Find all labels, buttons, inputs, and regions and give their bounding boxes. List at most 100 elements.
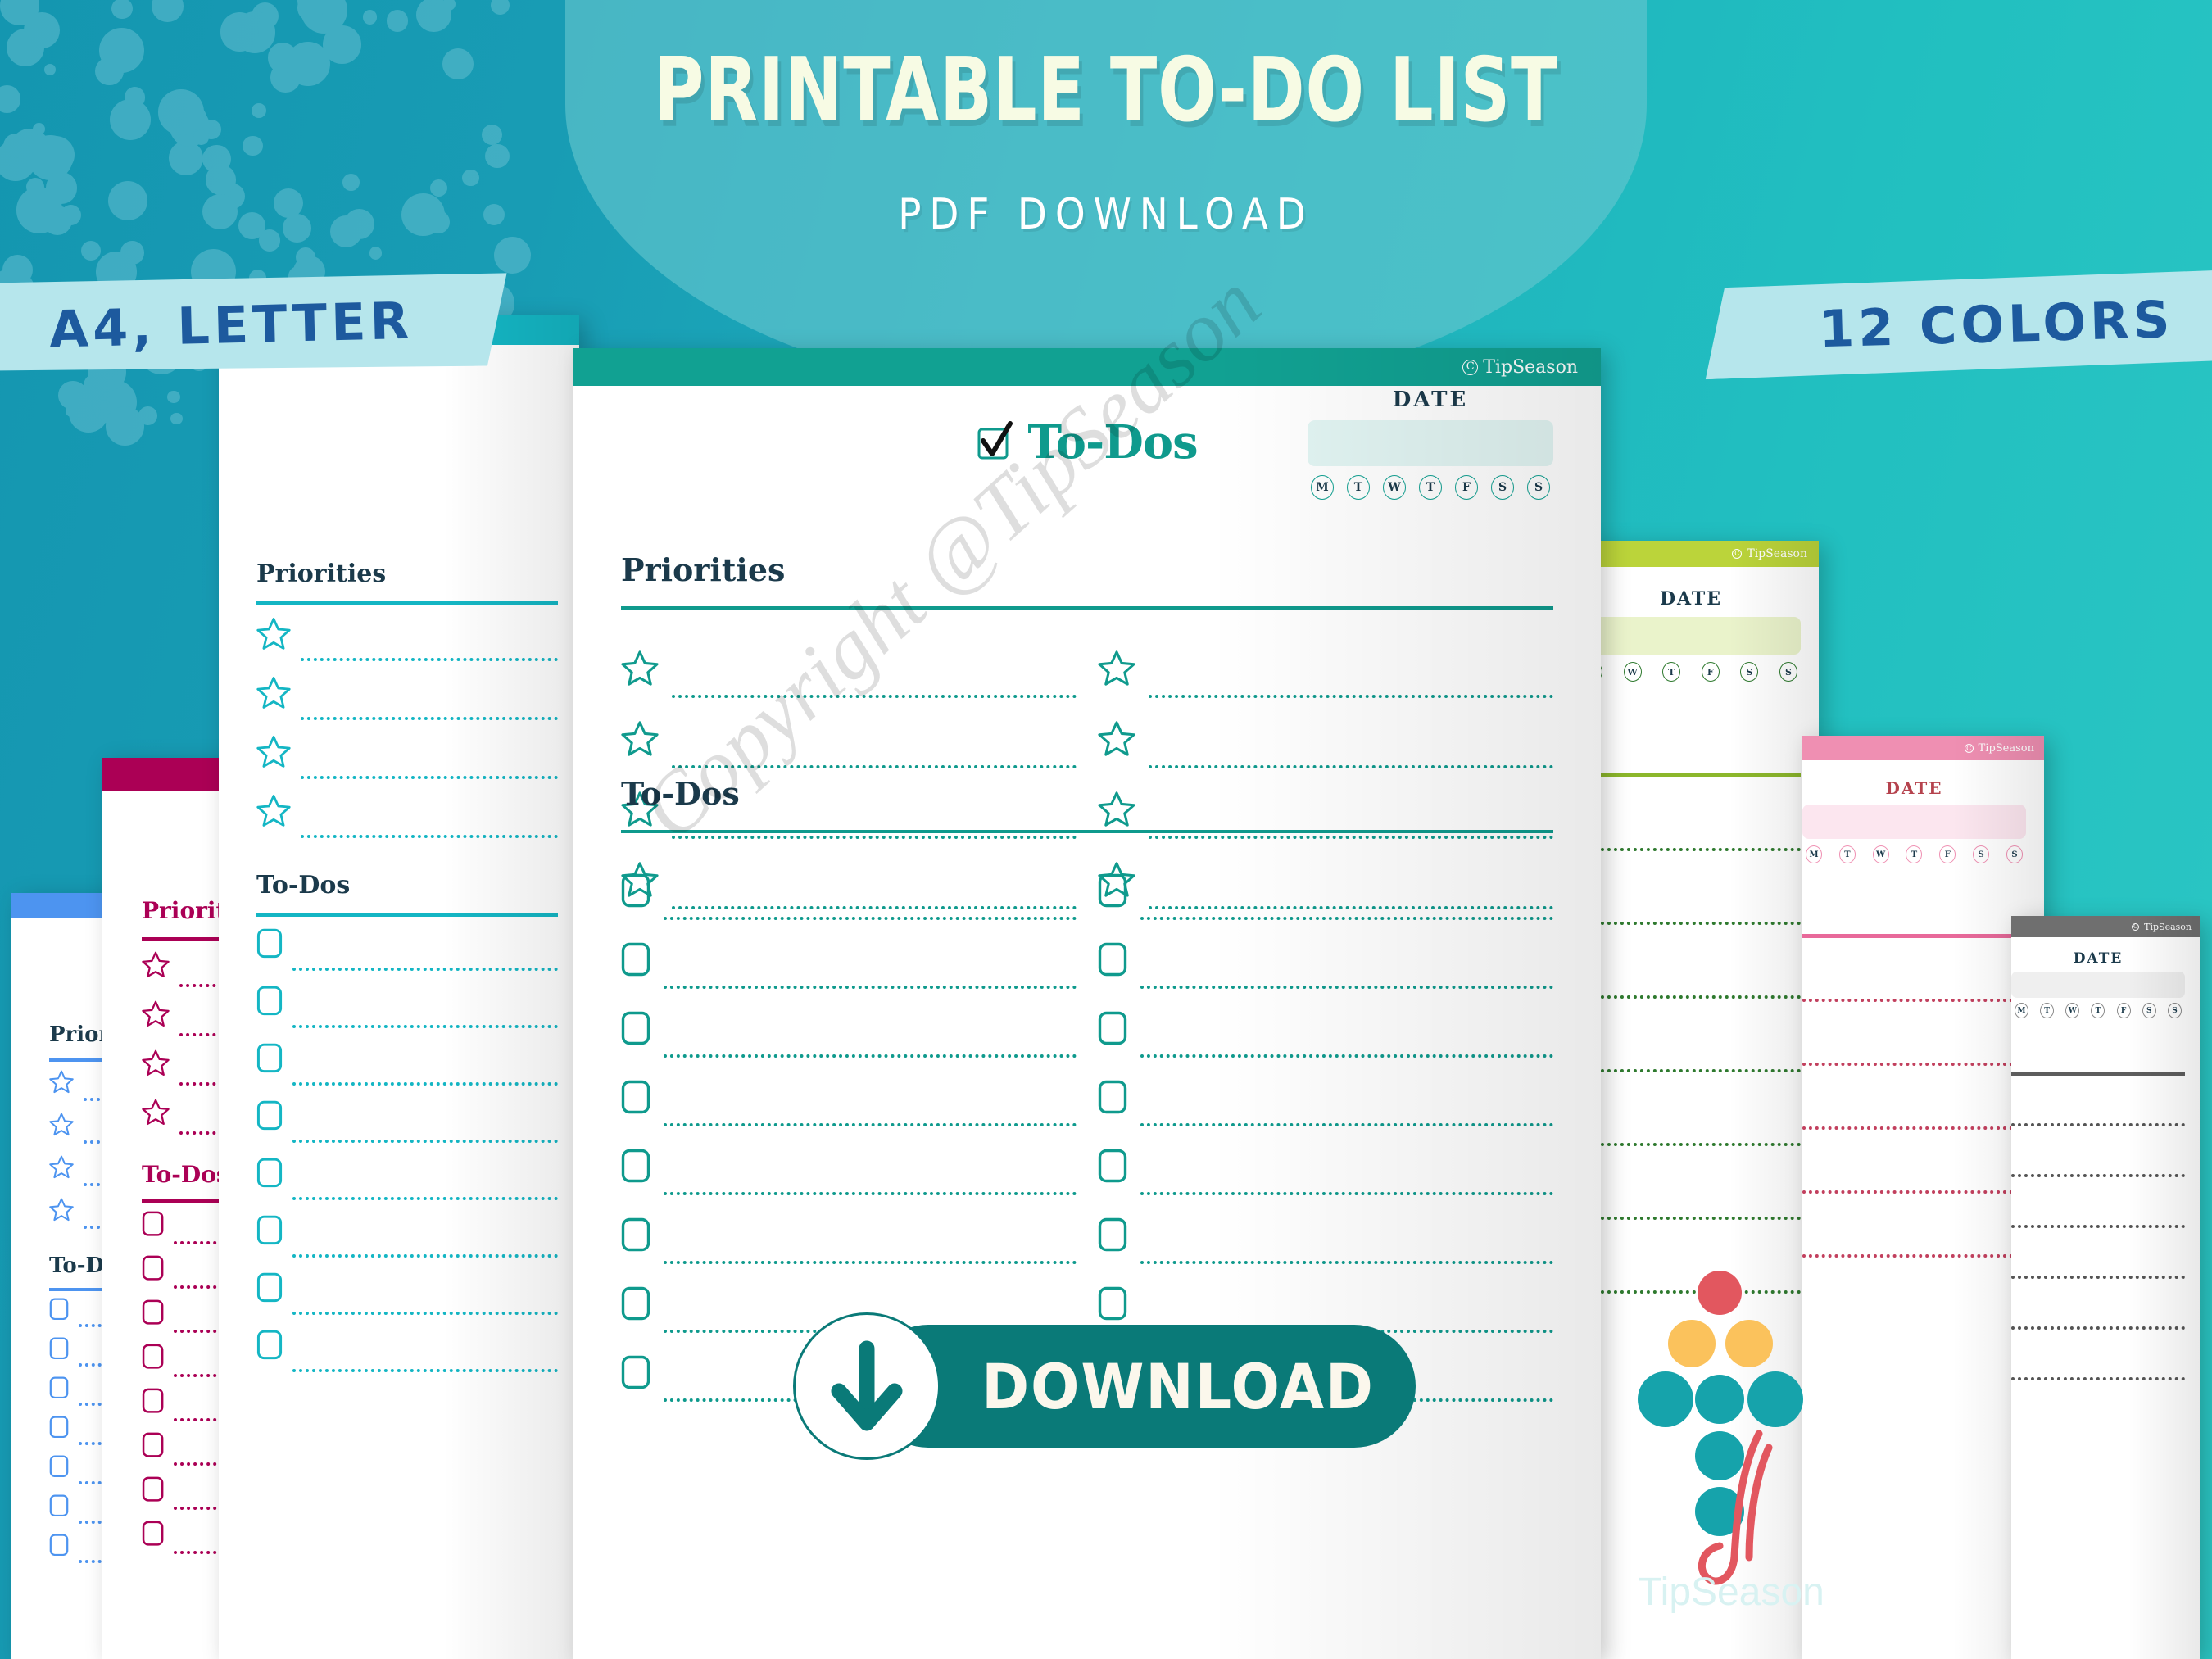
checkbox-icon[interactable] — [49, 1298, 69, 1325]
checkbox-icon[interactable] — [1098, 1148, 1127, 1184]
todo-row[interactable] — [256, 917, 558, 974]
checkbox-icon[interactable] — [142, 1255, 164, 1285]
date-input-box[interactable] — [1802, 805, 2026, 839]
todo-row[interactable] — [621, 1200, 1077, 1269]
weekday-circle[interactable]: S — [2167, 1003, 2182, 1018]
checkbox-icon[interactable] — [621, 1010, 650, 1046]
write-in-line[interactable] — [301, 776, 558, 779]
write-in-line[interactable] — [1802, 1126, 2026, 1130]
write-in-line[interactable] — [292, 1025, 558, 1028]
write-in-line[interactable] — [1140, 917, 1553, 920]
weekday-circle[interactable]: W — [1623, 662, 1642, 682]
checkbox-icon[interactable] — [256, 1043, 283, 1077]
todo-row[interactable] — [1098, 1131, 1553, 1200]
priority-row[interactable] — [256, 723, 558, 782]
write-in-line[interactable] — [292, 1254, 558, 1258]
write-in-line[interactable] — [1581, 922, 1801, 925]
todo-row[interactable] — [256, 1031, 558, 1089]
weekday-circle[interactable]: T — [2091, 1003, 2105, 1018]
checkbox-icon[interactable] — [142, 1388, 164, 1417]
weekday-circle[interactable]: T — [1347, 475, 1370, 500]
write-in-line[interactable] — [1140, 1054, 1553, 1058]
checkbox-icon[interactable] — [142, 1432, 164, 1462]
checkbox-icon[interactable] — [621, 1354, 650, 1390]
main-preview-sheet[interactable]: C TipSeason To-Dos DATE MTWTFSS Prioriti… — [573, 348, 1601, 1659]
date-input-box[interactable] — [2011, 972, 2185, 998]
todo-row[interactable] — [256, 1146, 558, 1203]
weekday-circle[interactable]: W — [1872, 845, 1889, 863]
write-in-line[interactable] — [2011, 1174, 2185, 1177]
checkbox-icon[interactable] — [256, 1158, 283, 1192]
write-in-line[interactable] — [1149, 765, 1553, 768]
weekday-circle[interactable]: S — [1491, 475, 1514, 500]
priority-row[interactable] — [256, 664, 558, 723]
write-in-line[interactable] — [664, 917, 1077, 920]
write-in-line[interactable] — [1140, 1123, 1553, 1126]
checkbox-icon[interactable] — [49, 1416, 69, 1443]
checkbox-icon[interactable] — [49, 1337, 69, 1364]
write-in-line[interactable] — [1581, 1143, 1801, 1146]
write-in-line[interactable] — [664, 1261, 1077, 1264]
weekday-circle[interactable]: F — [1701, 662, 1720, 682]
write-in-line[interactable] — [1581, 848, 1801, 851]
weekday-circle[interactable]: M — [2015, 1003, 2028, 1018]
write-in-line[interactable] — [1140, 1192, 1553, 1195]
todo-row[interactable] — [1098, 856, 1553, 925]
weekday-circle[interactable]: S — [2006, 845, 2023, 863]
write-in-line[interactable] — [2011, 1276, 2185, 1279]
checkbox-icon[interactable] — [1098, 1285, 1127, 1321]
write-in-line[interactable] — [664, 1054, 1077, 1058]
weekday-circle[interactable]: F — [1455, 475, 1478, 500]
checkbox-icon[interactable] — [256, 1330, 283, 1364]
write-in-line[interactable] — [292, 1369, 558, 1372]
todo-row[interactable] — [621, 994, 1077, 1063]
checkbox-icon[interactable] — [49, 1376, 69, 1403]
weekday-circle[interactable]: W — [2065, 1003, 2080, 1018]
date-input-box[interactable] — [1308, 420, 1553, 466]
write-in-line[interactable] — [1581, 995, 1801, 999]
weekday-circle[interactable]: M — [1311, 475, 1334, 500]
weekday-circle[interactable]: T — [1419, 475, 1442, 500]
priority-row[interactable] — [256, 782, 558, 841]
checkbox-icon[interactable] — [256, 986, 283, 1020]
write-in-line[interactable] — [1802, 999, 2026, 1002]
todo-row[interactable] — [1098, 1063, 1553, 1131]
checkbox-icon[interactable] — [256, 928, 283, 963]
todo-row[interactable] — [1098, 1200, 1553, 1269]
write-in-line[interactable] — [1802, 1254, 2026, 1258]
weekday-circle[interactable]: T — [1838, 845, 1856, 863]
checkbox-icon[interactable] — [1098, 1010, 1127, 1046]
todo-row[interactable] — [1098, 925, 1553, 994]
checkbox-icon[interactable] — [142, 1476, 164, 1506]
todo-row[interactable] — [621, 1131, 1077, 1200]
todo-row[interactable] — [621, 856, 1077, 925]
todo-row[interactable] — [621, 1063, 1077, 1131]
todo-row[interactable] — [256, 1203, 558, 1261]
todo-row[interactable] — [256, 1318, 558, 1376]
write-in-line[interactable] — [664, 986, 1077, 989]
weekday-circle[interactable]: S — [1973, 845, 1990, 863]
checkbox-icon[interactable] — [256, 1215, 283, 1249]
weekday-circle[interactable]: M — [1806, 845, 1822, 863]
write-in-line[interactable] — [672, 765, 1077, 768]
write-in-line[interactable] — [301, 658, 558, 661]
write-in-line[interactable] — [1581, 1217, 1801, 1220]
write-in-line[interactable] — [292, 1312, 558, 1315]
weekday-circle[interactable]: S — [1779, 662, 1797, 682]
priority-row[interactable] — [621, 632, 1077, 703]
todo-row[interactable] — [621, 925, 1077, 994]
weekday-circle[interactable]: S — [1527, 475, 1550, 500]
weekday-selector[interactable]: MTWTFSS — [1308, 475, 1553, 500]
write-in-line[interactable] — [1140, 1261, 1553, 1264]
checkbox-icon[interactable] — [621, 1079, 650, 1115]
write-in-line[interactable] — [292, 968, 558, 971]
write-in-line[interactable] — [301, 717, 558, 720]
checkbox-icon[interactable] — [142, 1211, 164, 1240]
checkbox-icon[interactable] — [49, 1494, 69, 1521]
checkbox-icon[interactable] — [256, 1272, 283, 1307]
weekday-circle[interactable]: T — [1662, 662, 1681, 682]
write-in-line[interactable] — [292, 1140, 558, 1143]
preview-sheet-pink[interactable]: C TipSeason DATE MTWTFSS — [1802, 736, 2044, 1659]
write-in-line[interactable] — [664, 1123, 1077, 1126]
checkbox-icon[interactable] — [142, 1521, 164, 1550]
